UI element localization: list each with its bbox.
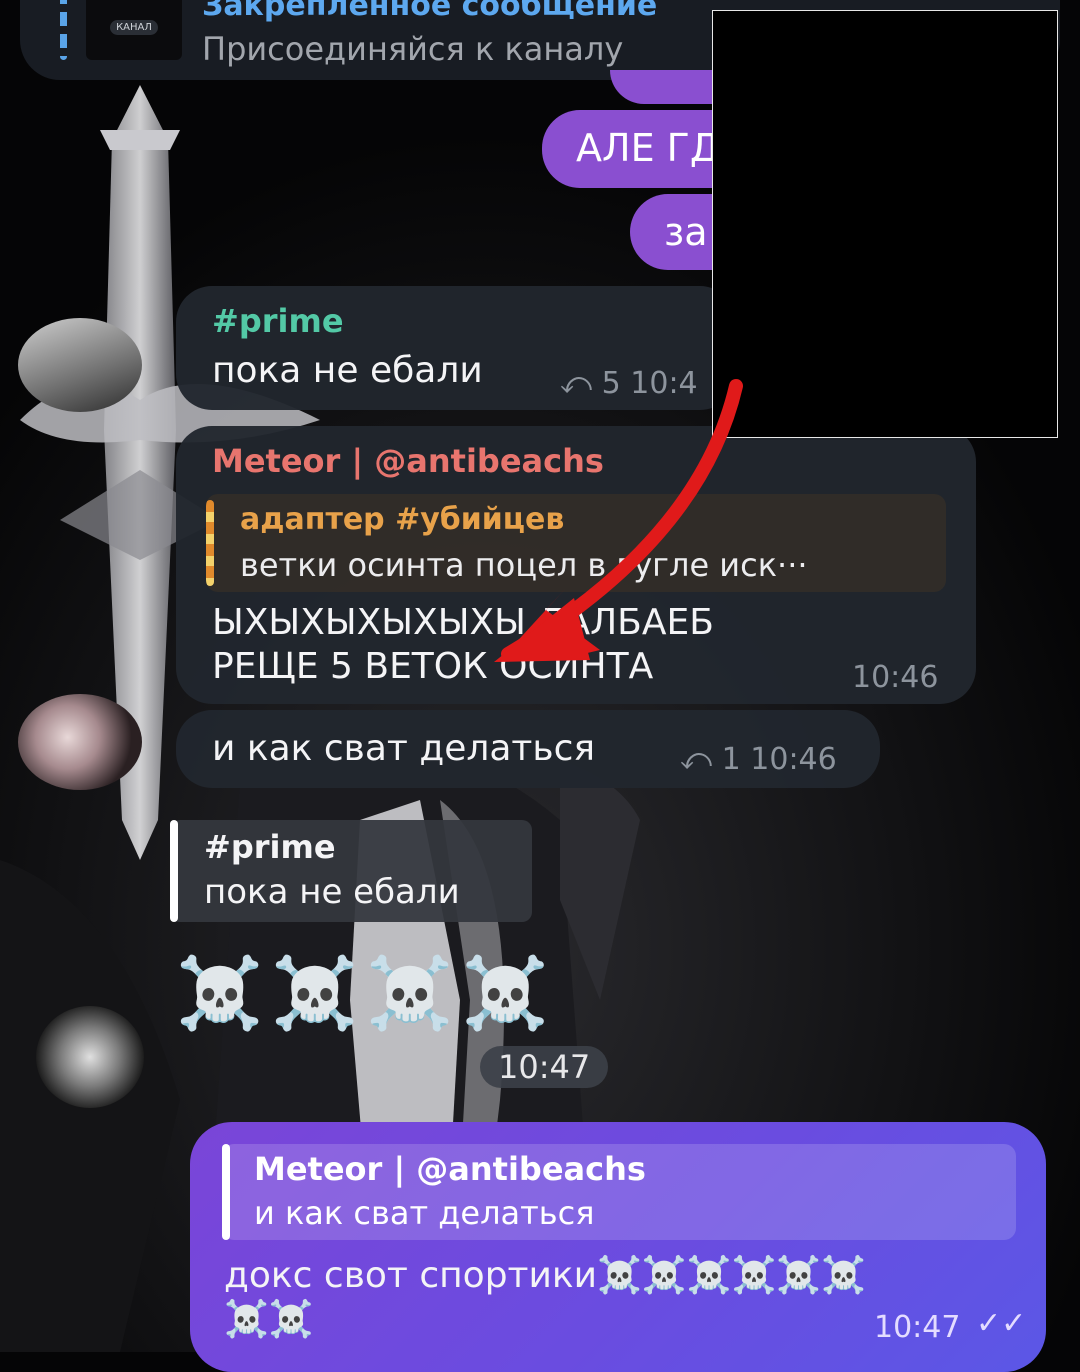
quote-indicator bbox=[206, 500, 214, 586]
quote-indicator bbox=[222, 1144, 230, 1240]
message-text: докс свот спортики☠️☠️☠️☠️☠️☠️ bbox=[224, 1255, 867, 1296]
message-text: за bbox=[664, 210, 708, 254]
message-time: 10:4 bbox=[630, 366, 698, 401]
message-sender[interactable]: #prime bbox=[212, 302, 344, 340]
quote-author: адаптер #убийцев bbox=[240, 502, 565, 537]
incoming-message[interactable]: #prime пока не ебали bbox=[170, 820, 532, 922]
video-overlay bbox=[712, 10, 1058, 438]
message-time: 10:46 bbox=[852, 660, 939, 695]
quote-text: и как сват делаться bbox=[254, 1194, 595, 1232]
reply-arrow-icon[interactable]: ⤺ bbox=[680, 742, 712, 777]
message-time: 10:46 bbox=[750, 742, 837, 777]
quote-author: Meteor | @antibeachs bbox=[254, 1150, 646, 1188]
message-text: ☠️☠️ bbox=[224, 1299, 314, 1340]
user-avatar[interactable] bbox=[36, 1006, 144, 1108]
pinned-indicator bbox=[60, 0, 67, 60]
skull-emoji-icon: ☠️☠️☠️☠️ bbox=[176, 952, 557, 1034]
message-meta: ⤺ 1 10:46 bbox=[680, 742, 837, 777]
pinned-text: Присоединяйся к каналу bbox=[202, 30, 624, 68]
reply-arrow-icon[interactable]: ⤺ bbox=[560, 366, 592, 401]
reply-count[interactable]: 1 bbox=[722, 742, 741, 777]
reply-count[interactable]: 5 bbox=[602, 366, 621, 401]
pinned-thumbnail-label: КАНАЛ bbox=[110, 19, 158, 35]
message-text: и как сват делаться bbox=[212, 728, 596, 769]
incoming-message[interactable]: и как сват делаться ⤺ 1 10:46 bbox=[176, 710, 880, 788]
message-text: ЫХЫХЫХЫХЫХЫ ДАЛБАЕБ bbox=[212, 602, 714, 643]
message-text: АЛЕ ГД bbox=[576, 126, 720, 170]
quote-text: ветки осинта поцел в гугле иск··· bbox=[240, 546, 808, 584]
message-sender[interactable]: #prime bbox=[204, 828, 336, 866]
user-avatar[interactable] bbox=[18, 318, 142, 412]
pinned-title: Закрепленное сообщение bbox=[202, 0, 658, 23]
message-time: 10:47 bbox=[874, 1310, 961, 1345]
incoming-message[interactable]: #prime пока не ебали ⤺ 5 10:4 bbox=[176, 286, 736, 410]
message-sender[interactable]: Meteor | @antibeachs bbox=[212, 442, 604, 480]
user-avatar[interactable] bbox=[18, 694, 142, 790]
message-time: 10:47 bbox=[480, 1046, 609, 1088]
quote-indicator bbox=[170, 820, 178, 922]
reply-quote[interactable]: адаптер #убийцев ветки осинта поцел в гу… bbox=[206, 494, 946, 592]
double-check-icon: ✓✓ bbox=[976, 1306, 1027, 1341]
message-text: пока не ебали bbox=[212, 350, 483, 391]
pinned-thumbnail: КАНАЛ bbox=[86, 0, 182, 60]
message-text: пока не ебали bbox=[204, 872, 460, 912]
message-text: РЕЩЕ 5 ВЕТОК ОСИНТА bbox=[212, 646, 654, 687]
incoming-message[interactable]: Meteor | @antibeachs адаптер #убийцев ве… bbox=[176, 426, 976, 704]
message-meta: ⤺ 5 10:4 bbox=[560, 366, 698, 401]
